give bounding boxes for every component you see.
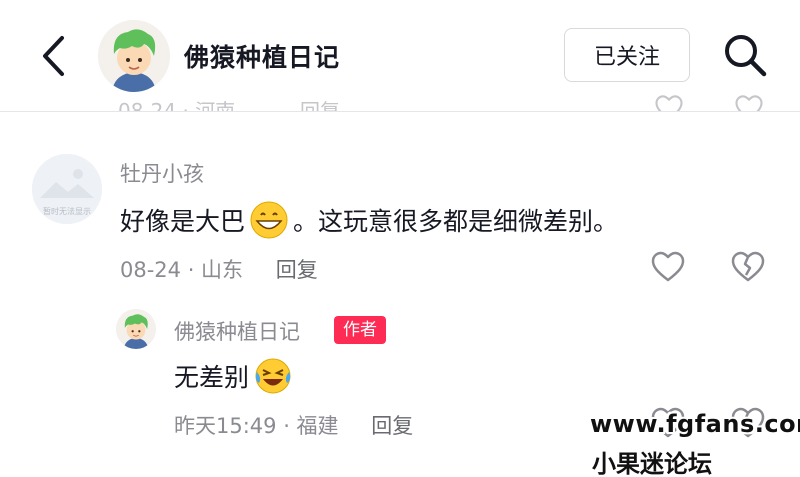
heart-outline-icon[interactable]: [654, 93, 684, 112]
search-icon: [725, 35, 767, 77]
comment-meta: 08-24 · 山东 回复: [120, 254, 318, 284]
reply-meta: 昨天15:49 · 福建 回复: [174, 410, 413, 440]
previous-comment-meta: 08-24 · 河南 回复: [118, 93, 798, 112]
reply-reply-link[interactable]: 回复: [371, 414, 413, 438]
comment-text-part2: 。这玩意很多都是细微差别。: [293, 207, 619, 236]
chevron-left-icon: [43, 36, 64, 76]
cartoon-boy-avatar-icon: [116, 309, 156, 349]
comment-reply-link[interactable]: 回复: [276, 258, 318, 282]
followed-button[interactable]: 已关注: [564, 28, 690, 82]
comment-date-location: 08-24 · 山东: [120, 258, 244, 282]
avatar-placeholder-caption: 暂时无法显示: [43, 207, 91, 216]
laughing-crying-emoji-icon: [255, 358, 291, 394]
cartoon-boy-avatar-icon: [98, 20, 170, 92]
reply-text: 无差别: [174, 356, 297, 396]
reply-text-content: 无差别: [174, 363, 250, 392]
author-badge: 作者: [334, 316, 386, 344]
previous-reply-link[interactable]: 回复: [300, 95, 340, 111]
top-bar: 佛猿种植日记 已关注 08-24 · 河南 回复: [0, 0, 800, 112]
commenter-avatar[interactable]: 暂时无法显示: [32, 154, 102, 224]
comment-text-part1: 好像是大巴: [120, 207, 246, 236]
heart-outline-icon[interactable]: [650, 249, 686, 285]
reply-date-location: 昨天15:49 · 福建: [174, 414, 339, 438]
author-avatar[interactable]: [98, 20, 170, 92]
search-button[interactable]: [722, 32, 768, 78]
page-title: 佛猿种植日记: [184, 43, 341, 72]
watermark-forum: 小果迷论坛: [592, 450, 712, 477]
commenter-username[interactable]: 牡丹小孩: [120, 158, 204, 188]
author-reply-avatar[interactable]: [116, 309, 156, 349]
previous-date-location: 08-24 · 河南: [118, 99, 236, 112]
grinning-face-emoji-icon: [250, 201, 288, 239]
reply-username[interactable]: 佛猿种植日记: [174, 316, 300, 346]
watermark-site: www.fgfans.com: [590, 410, 800, 438]
comment-text: 好像是大巴 。这玩意很多都是细微差别。: [120, 200, 618, 240]
broken-heart-icon[interactable]: [734, 93, 764, 112]
back-button[interactable]: [34, 34, 74, 78]
broken-heart-icon[interactable]: [730, 249, 766, 285]
